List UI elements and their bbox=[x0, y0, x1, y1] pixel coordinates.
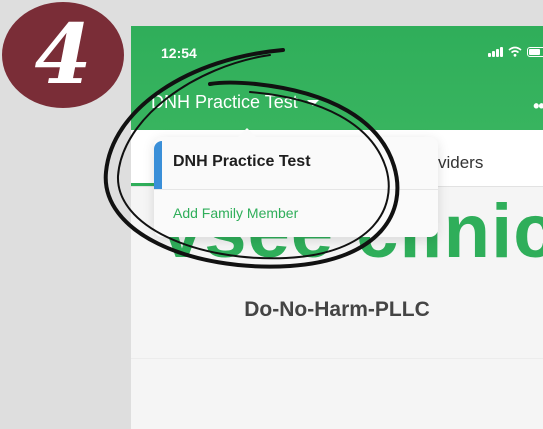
status-icons bbox=[488, 46, 543, 57]
more-icon[interactable]: ••• bbox=[533, 96, 543, 117]
wifi-icon bbox=[508, 46, 522, 57]
caret-down-icon bbox=[306, 99, 319, 106]
tab-providers[interactable]: viders bbox=[438, 153, 483, 173]
step-badge: 4 bbox=[2, 2, 124, 108]
account-switcher[interactable]: DNH Practice Test bbox=[151, 92, 319, 113]
signal-icon bbox=[488, 46, 503, 57]
account-dropdown: DNH Practice Test Add Family Member bbox=[154, 128, 438, 237]
dropdown-arrow bbox=[238, 128, 256, 137]
dropdown-item-current-account[interactable]: DNH Practice Test bbox=[154, 137, 438, 189]
status-time: 12:54 bbox=[161, 45, 197, 61]
selected-indicator bbox=[154, 141, 162, 189]
clinic-name: Do-No-Harm-PLLC bbox=[244, 298, 430, 321]
divider bbox=[131, 358, 543, 359]
add-family-member-link[interactable]: Add Family Member bbox=[173, 205, 298, 221]
current-account-label: DNH Practice Test bbox=[173, 153, 311, 170]
app-header: 12:54 DNH Practice Test ••• bbox=[131, 26, 543, 130]
dropdown-divider bbox=[154, 189, 438, 190]
account-name: DNH Practice Test bbox=[151, 92, 298, 112]
battery-icon bbox=[527, 46, 543, 57]
step-number: 4 bbox=[34, 7, 92, 103]
